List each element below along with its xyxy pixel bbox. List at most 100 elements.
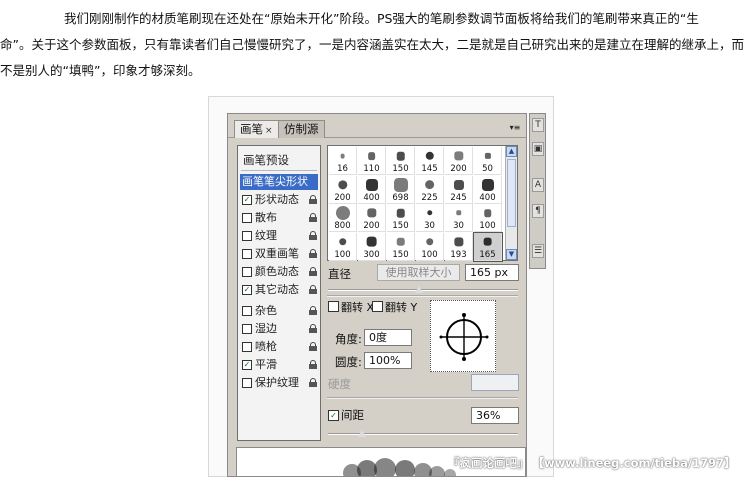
brush-tip-cell[interactable]: 165 (473, 231, 503, 262)
lock-icon[interactable] (309, 195, 317, 204)
scroll-up-icon[interactable]: ▲ (506, 146, 517, 157)
brush-tip-cell[interactable]: 200 (358, 204, 386, 232)
slider-knob-icon[interactable] (358, 430, 367, 438)
type-icon[interactable]: T (532, 118, 544, 132)
lock-icon[interactable] (309, 360, 317, 369)
option-checkbox[interactable]: ✓ (242, 285, 252, 295)
tab-brush[interactable]: 画笔 × (234, 120, 279, 138)
lock-icon[interactable] (309, 249, 317, 258)
brush-tip-cell[interactable]: 145 (416, 147, 444, 175)
lock-icon[interactable] (309, 342, 317, 351)
brush-tip-cell[interactable]: 400 (358, 175, 386, 204)
option-checkbox[interactable] (242, 378, 252, 388)
brush-angle-preview[interactable] (430, 300, 496, 372)
brush-tip-cell[interactable]: 100 (329, 232, 357, 261)
brush-tip-cell[interactable]: 100 (474, 204, 502, 232)
lock-icon[interactable] (309, 213, 317, 222)
brush-option-item[interactable]: 杂色 (240, 303, 318, 319)
grid-scrollbar[interactable]: ▲ ▼ (505, 146, 517, 260)
brush-tip-cell[interactable]: 30 (416, 204, 444, 232)
lock-icon[interactable] (309, 324, 317, 333)
brush-shape-icon (396, 237, 405, 246)
option-checkbox[interactable] (242, 324, 252, 334)
brush-shape-icon (426, 210, 433, 216)
option-checkbox[interactable] (242, 249, 252, 259)
scroll-down-icon[interactable]: ▼ (506, 249, 517, 260)
option-checkbox[interactable] (242, 342, 252, 352)
brush-tip-cell[interactable]: 100 (416, 232, 444, 261)
lock-icon[interactable] (309, 306, 317, 315)
brush-option-item[interactable]: ✓ 形状动态 (240, 192, 318, 208)
brush-tip-cell[interactable]: 30 (445, 204, 473, 232)
brush-tip-cell[interactable]: 225 (416, 175, 444, 204)
brush-option-item[interactable]: ✓ 其它动态 (240, 282, 318, 298)
brush-option-label: 其它动态 (255, 283, 299, 296)
panel-menu-icon[interactable]: ▾≡ (508, 122, 522, 134)
brush-option-item[interactable]: 散布 (240, 210, 318, 226)
tab-clone-source[interactable]: 仿制源 (278, 120, 325, 138)
use-sample-size-button[interactable]: 使用取样大小 (377, 264, 460, 281)
option-checkbox[interactable]: ✓ (242, 195, 252, 205)
brush-tip-cell[interactable]: 200 (445, 147, 473, 175)
brush-tip-cell[interactable]: 150 (387, 147, 415, 175)
option-checkbox[interactable]: ✓ (242, 360, 252, 370)
brush-tip-grid: 16 110 150 145 200 50 200 400 698 225 245 400 800 200… (327, 145, 518, 262)
brush-tip-cell[interactable]: 193 (445, 232, 473, 261)
option-checkbox[interactable] (242, 267, 252, 277)
article-text: 我们刚刚制作的材质笔刷现在还处在“原始未开化”阶段。PS强大的笔刷参数调节面板将… (0, 6, 750, 84)
brush-size-label: 165 (479, 249, 496, 260)
lock-icon[interactable] (309, 267, 317, 276)
brush-size-label: 400 (479, 192, 496, 203)
brush-tip-cell[interactable]: 110 (358, 147, 386, 175)
option-checkbox[interactable] (242, 213, 252, 223)
brush-option-item[interactable]: 喷枪 (240, 339, 318, 355)
brush-tip-cell[interactable]: 200 (329, 175, 357, 204)
brush-shape-icon (340, 153, 345, 159)
scroll-thumb[interactable] (507, 159, 516, 227)
close-icon[interactable]: × (265, 126, 273, 136)
spacing-checkbox[interactable]: ✓ (328, 410, 339, 421)
brush-tip-cell[interactable]: 16 (329, 147, 357, 175)
slider-knob-icon[interactable] (415, 286, 424, 294)
brush-option-item[interactable]: 颜色动态 (240, 264, 318, 280)
layers-icon[interactable]: ☰ (532, 244, 544, 258)
brush-tip-cell[interactable]: 400 (474, 175, 502, 204)
brush-presets-title[interactable]: 画笔预设 (243, 152, 289, 168)
divider (327, 295, 518, 297)
option-checkbox[interactable] (242, 306, 252, 316)
brush-shape-icon (453, 151, 464, 161)
brush-tip-cell[interactable]: 150 (387, 232, 415, 261)
brush-tip-cell[interactable]: 245 (445, 175, 473, 204)
brush-tip-cell[interactable]: 50 (474, 147, 502, 175)
character-icon[interactable]: A (532, 178, 544, 192)
brush-option-item[interactable]: 保护纹理 (240, 375, 318, 391)
angle-field[interactable]: 0度 (364, 329, 412, 346)
flip-x-checkbox[interactable] (328, 301, 339, 312)
diameter-slider[interactable] (328, 286, 518, 294)
paragraph-icon[interactable]: ¶ (532, 204, 544, 218)
spacing-field[interactable]: 36% (471, 407, 519, 424)
brush-tip-cell[interactable]: 800 (329, 204, 357, 232)
brush-tip-cell[interactable]: 150 (387, 204, 415, 232)
option-checkbox[interactable] (242, 231, 252, 241)
brush-tip-cell[interactable]: 698 (387, 175, 415, 204)
brush-size-label: 16 (337, 164, 348, 174)
lock-icon[interactable] (309, 285, 317, 294)
brush-option-item[interactable]: 画笔笔尖形状 (240, 174, 318, 190)
lock-icon[interactable] (309, 231, 317, 240)
spacing-slider[interactable] (328, 430, 518, 438)
brush-option-item[interactable]: 双重画笔 (240, 246, 318, 262)
divider (327, 397, 518, 399)
brush-shape-icon (455, 210, 462, 216)
brush-option-item[interactable]: 纹理 (240, 228, 318, 244)
brush-option-item[interactable]: 湿边 (240, 321, 318, 337)
brush-option-item[interactable]: ✓ 平滑 (240, 357, 318, 373)
brush-tip-cell[interactable]: 300 (358, 232, 386, 261)
lock-icon[interactable] (309, 378, 317, 387)
roundness-field[interactable]: 100% (364, 352, 412, 369)
stamp-icon[interactable]: ▣ (532, 142, 544, 156)
diameter-field[interactable]: 165 px (465, 264, 519, 281)
flip-y-checkbox[interactable] (372, 301, 383, 312)
brush-shape-icon (481, 178, 494, 191)
brush-size-label: 110 (363, 164, 380, 174)
